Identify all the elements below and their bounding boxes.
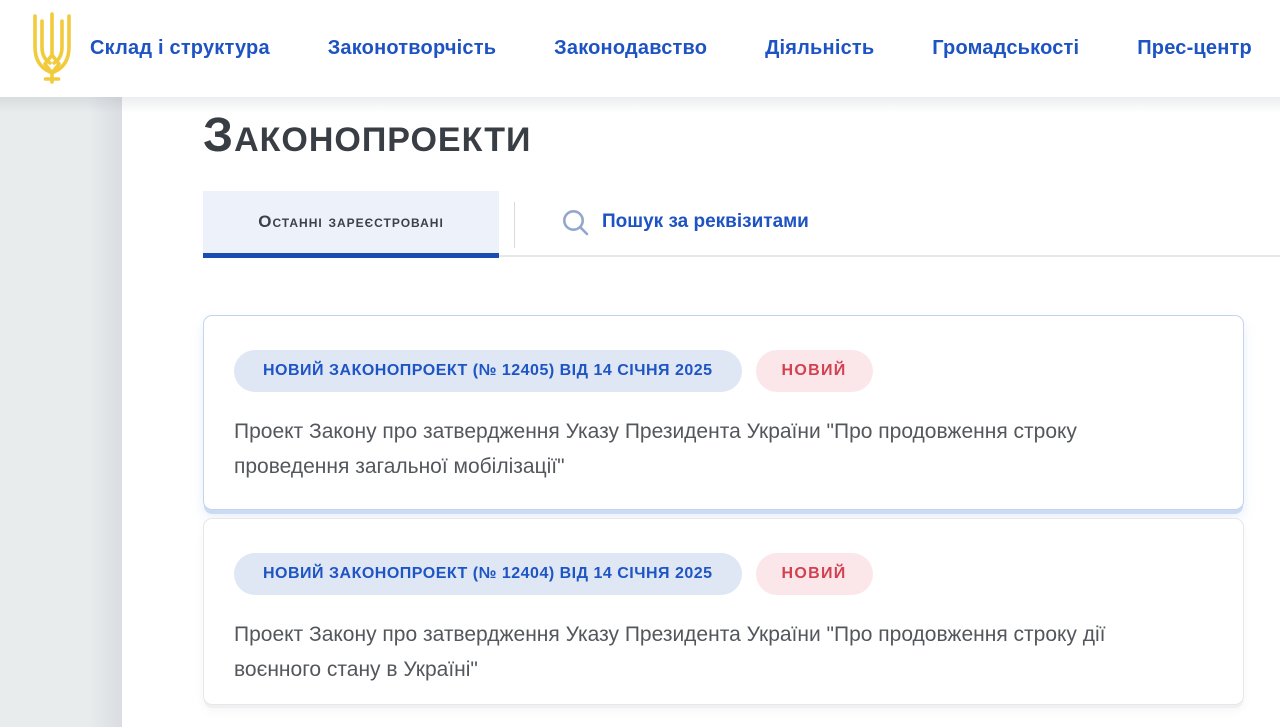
- page-title: Законопроекти: [203, 111, 1280, 161]
- badge-row: НОВИЙ ЗАКОНОПРОЕКТ (№ 12405) ВІД 14 СІЧН…: [234, 350, 1213, 392]
- main-menu: Склад і структура Законотворчість Законо…: [90, 0, 1252, 97]
- top-navigation-bar: Склад і структура Законотворчість Законо…: [0, 0, 1280, 97]
- nav-sklad-i-struktura[interactable]: Склад і структура: [90, 37, 270, 60]
- tryzub-icon: [28, 11, 76, 87]
- nav-pres-tsentr[interactable]: Прес-центр: [1137, 37, 1252, 60]
- bill-tag-badge: НОВИЙ ЗАКОНОПРОЕКТ (№ 12404) ВІД 14 СІЧН…: [234, 553, 742, 595]
- bill-card-12404[interactable]: НОВИЙ ЗАКОНОПРОЕКТ (№ 12404) ВІД 14 СІЧН…: [203, 518, 1244, 705]
- main-content: Законопроекти Останні зареєстровані Пошу…: [124, 97, 1280, 727]
- bill-list: НОВИЙ ЗАКОНОПРОЕКТ (№ 12405) ВІД 14 СІЧН…: [203, 315, 1244, 705]
- nav-zakonodavstvo[interactable]: Законодавство: [554, 37, 707, 60]
- tab-search-by-details[interactable]: Пошук за реквізитами: [562, 191, 809, 253]
- tab-latest-registered-label: Останні зареєстровані: [258, 212, 444, 232]
- tabs-bar: Останні зареєстровані Пошук за реквізита…: [203, 191, 1280, 258]
- badge-row: НОВИЙ ЗАКОНОПРОЕКТ (№ 12404) ВІД 14 СІЧН…: [234, 553, 1213, 595]
- left-rail: [0, 97, 122, 727]
- bill-title: Проект Закону про затвердження Указу Пре…: [234, 617, 1213, 687]
- bill-title: Проект Закону про затвердження Указу Пре…: [234, 414, 1213, 484]
- nav-hromadskosti[interactable]: Громадськості: [932, 37, 1079, 60]
- bill-status-badge: НОВИЙ: [756, 553, 873, 595]
- nav-zakonotvorchist[interactable]: Законотворчість: [328, 37, 497, 60]
- bill-title-line: проведення загальної мобілізації": [234, 449, 1213, 484]
- bill-title-line: Проект Закону про затвердження Указу Пре…: [234, 617, 1213, 652]
- page-viewport: Склад і структура Законотворчість Законо…: [0, 0, 1280, 727]
- tab-latest-registered[interactable]: Останні зареєстровані: [203, 191, 499, 258]
- bill-status-badge: НОВИЙ: [756, 350, 873, 392]
- bill-title-line: Проект Закону про затвердження Указу Пре…: [234, 414, 1213, 449]
- bill-title-line: воєнного стану в Україні": [234, 652, 1213, 687]
- search-icon: [562, 209, 589, 236]
- bill-tag-badge: НОВИЙ ЗАКОНОПРОЕКТ (№ 12405) ВІД 14 СІЧН…: [234, 350, 742, 392]
- tab-search-by-details-label: Пошук за реквізитами: [602, 211, 809, 233]
- bill-card-12405[interactable]: НОВИЙ ЗАКОНОПРОЕКТ (№ 12405) ВІД 14 СІЧН…: [203, 315, 1244, 510]
- nav-diyalnist[interactable]: Діяльність: [765, 37, 874, 60]
- rada-logo-link[interactable]: [28, 11, 76, 87]
- tab-divider: [514, 202, 515, 248]
